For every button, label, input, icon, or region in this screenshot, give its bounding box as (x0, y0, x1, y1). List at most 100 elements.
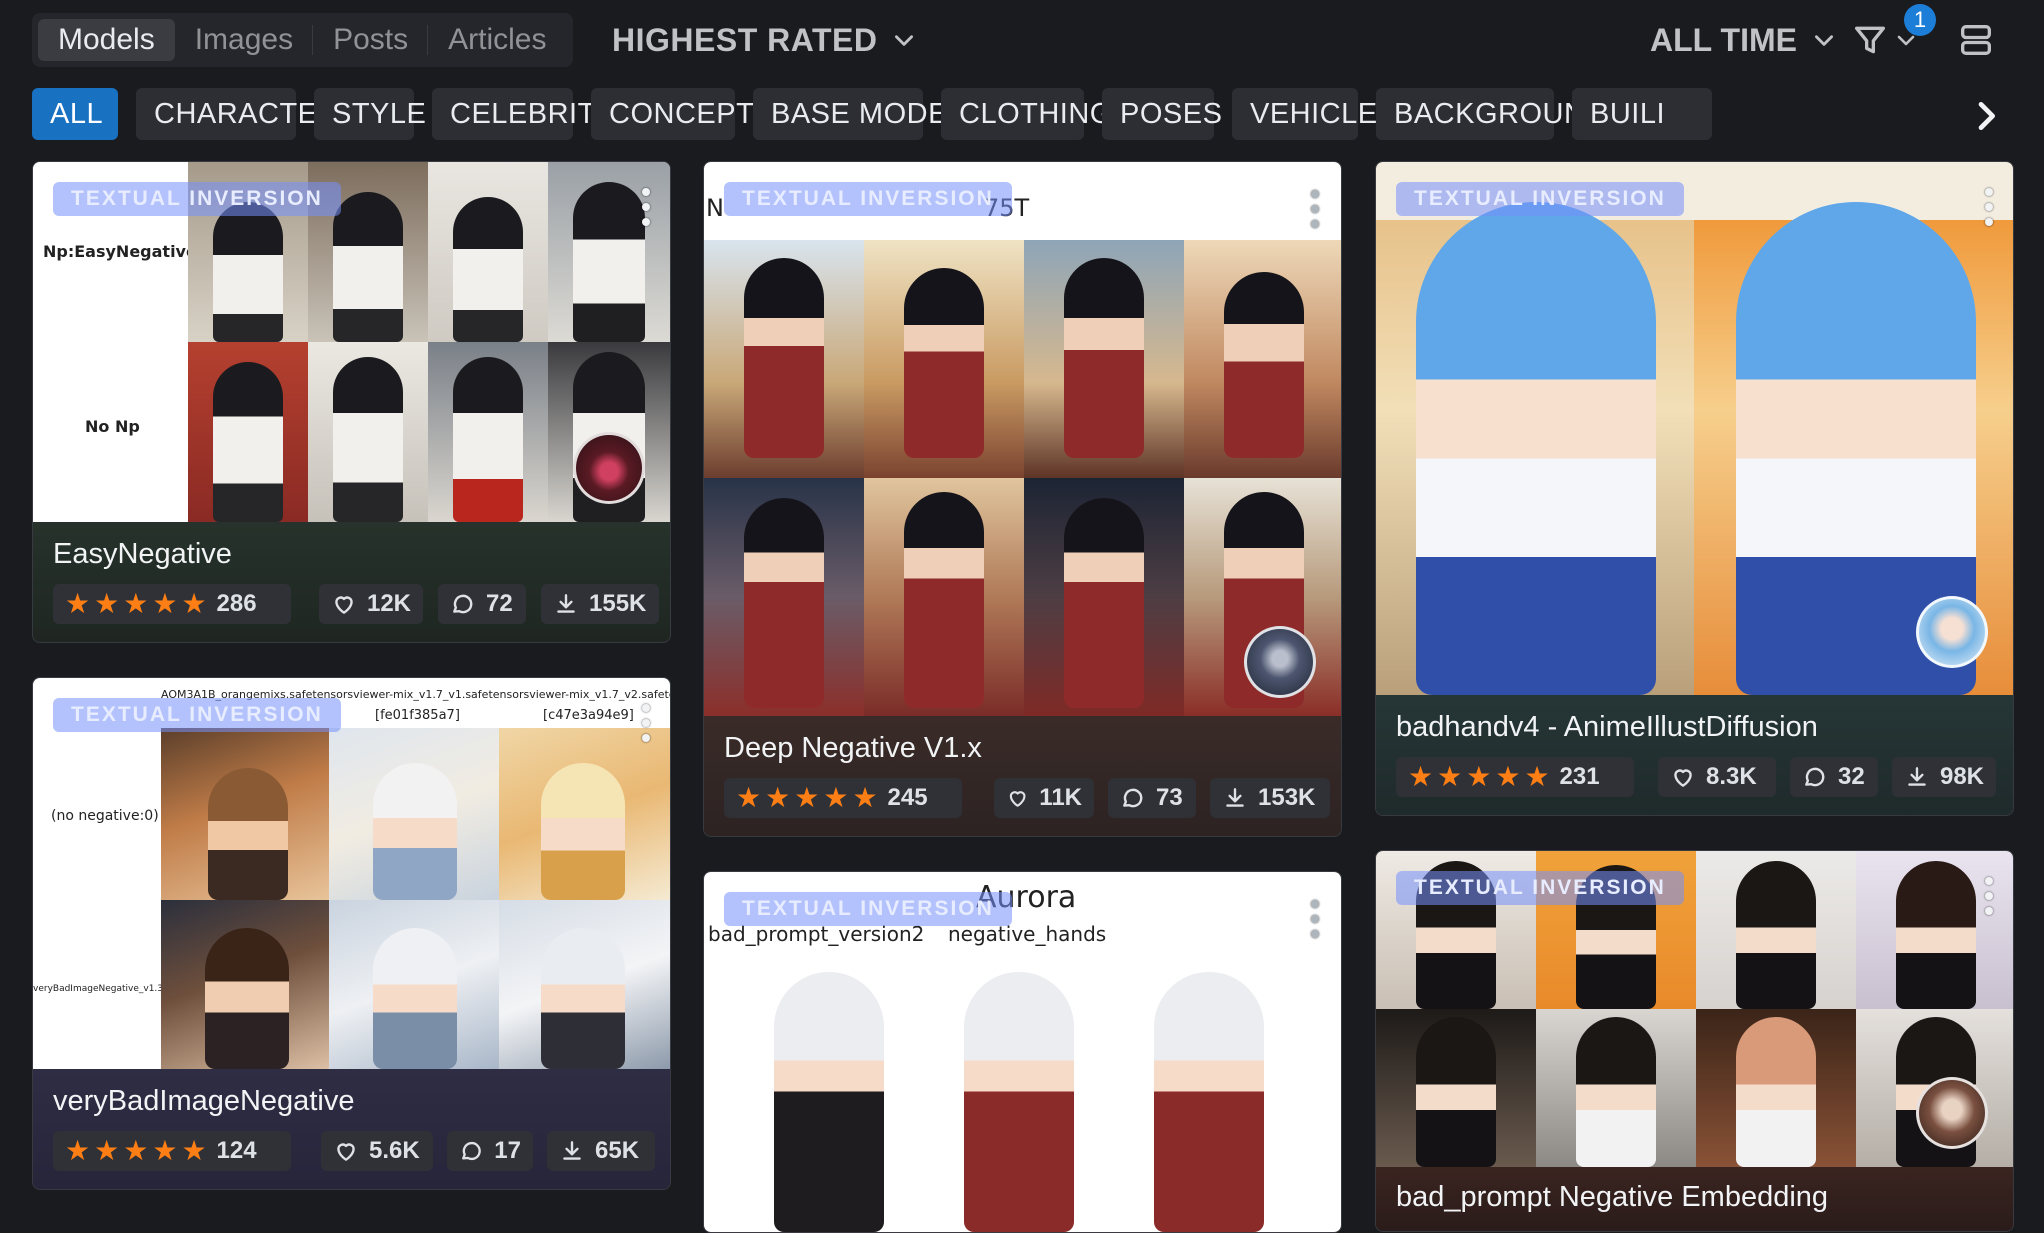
comments-stat: 72 (438, 584, 526, 624)
tab-posts[interactable]: Posts (312, 19, 428, 61)
heart-icon (335, 596, 353, 614)
likes-count: 8.3K (1706, 763, 1757, 790)
rating-stars: ★ ★ ★ ★ ★ (736, 782, 878, 813)
rating-stat: ★ ★ ★ ★ ★ 231 (1396, 757, 1634, 797)
card-menu-button[interactable] (1309, 900, 1321, 940)
chip-concept[interactable]: CONCEPT (591, 88, 754, 140)
image-caption: [c47e3a94e9] (543, 708, 634, 723)
image-caption: Np:EasyNegative (43, 242, 197, 261)
download-icon (563, 1141, 581, 1160)
image-caption: No Np (85, 417, 140, 436)
sort-dropdown[interactable]: HIGHEST RATED (612, 16, 917, 64)
rating-count: 245 (887, 784, 928, 811)
downloads-stat: 98K (1892, 757, 1996, 797)
likes-stat: 11K (994, 778, 1094, 818)
creator-avatar[interactable] (1916, 1077, 1988, 1149)
chip-background[interactable]: BACKGROUND (1376, 88, 1606, 140)
tab-models[interactable]: Models (38, 19, 175, 61)
model-card[interactable]: N 75T TEXTUAL INVERSION Deep Negative V1… (703, 161, 1342, 837)
chip-base-model[interactable]: BASE MODEL (753, 88, 964, 140)
period-dropdown[interactable]: ALL TIME (1650, 16, 1837, 64)
likes-count: 5.6K (369, 1137, 420, 1164)
layout-toggle-button[interactable] (1956, 20, 1996, 60)
model-card[interactable]: Aurora bad_prompt_version2 negative_hand… (703, 871, 1342, 1233)
rating-count: 231 (1559, 763, 1600, 790)
model-type-badge: TEXTUAL INVERSION (1396, 182, 1684, 216)
chip-character[interactable]: CHARACTER (136, 88, 338, 140)
comments-count: 17 (494, 1137, 521, 1164)
card-info: bad_prompt Negative Embedding (1376, 1167, 2013, 1231)
model-card[interactable]: TEXTUAL INVERSION bad_prompt Negative Em… (1375, 850, 2014, 1232)
card-menu-button[interactable] (1983, 188, 1995, 228)
likes-count: 12K (366, 590, 411, 617)
category-chips: ALL CHARACTER STYLE CELEBRITY CONCEPT BA… (32, 88, 2012, 140)
content-type-tabs: Models Images Posts Articles (32, 13, 573, 67)
downloads-count: 98K (1939, 763, 1984, 790)
model-title: veryBadImageNegative (53, 1085, 355, 1117)
likes-stat: 5.6K (321, 1131, 433, 1171)
model-title: Deep Negative V1.x (724, 732, 982, 764)
model-card[interactable]: Np:EasyNegative No Np TEXTUAL INVERSION … (32, 161, 671, 643)
chip-all[interactable]: ALL (32, 88, 118, 140)
rating-stat: ★ ★ ★ ★ ★ 286 (53, 584, 291, 624)
chevron-down-icon (895, 35, 914, 46)
model-thumbnail[interactable]: Aurora bad_prompt_version2 negative_hand… (704, 872, 1341, 1232)
download-icon (1226, 788, 1244, 807)
downloads-stat: 153K (1210, 778, 1330, 818)
heart-icon (1009, 791, 1026, 807)
card-info: badhandv4 - AnimeIllustDiffusion ★ ★ ★ ★ ★ 2… (1376, 695, 2013, 815)
model-thumbnail[interactable] (1376, 162, 2013, 695)
chip-style[interactable]: STYLE (314, 88, 426, 140)
model-type-badge: TEXTUAL INVERSION (53, 182, 341, 216)
heart-icon (1674, 769, 1692, 787)
period-label: ALL TIME (1650, 21, 1797, 58)
filter-icon (1855, 26, 1885, 54)
model-type-badge: TEXTUAL INVERSION (53, 698, 341, 732)
creator-avatar[interactable] (573, 432, 645, 504)
comment-icon (462, 1141, 481, 1161)
comment-icon (1805, 767, 1825, 787)
chevron-down-icon (1814, 35, 1833, 46)
chip-vehicle[interactable]: VEHICLE (1232, 88, 1377, 140)
model-type-badge: TEXTUAL INVERSION (724, 182, 1012, 216)
rating-stars: ★ ★ ★ ★ ★ (65, 588, 207, 619)
creator-avatar[interactable] (1244, 626, 1316, 698)
model-thumbnail[interactable]: N 75T (704, 162, 1341, 716)
model-title: badhandv4 - AnimeIllustDiffusion (1396, 711, 1818, 743)
model-title: EasyNegative (53, 538, 232, 570)
filter-count-badge: 1 (1904, 4, 1936, 36)
chip-clothing[interactable]: CLOTHING (941, 88, 1112, 140)
comments-count: 72 (486, 590, 513, 617)
image-caption: [fe01f385a7] (375, 708, 460, 723)
card-info: veryBadImageNegative ★ ★ ★ ★ ★ 124 5.6K 17 6… (33, 1069, 670, 1189)
model-type-badge: TEXTUAL INVERSION (1396, 871, 1684, 905)
image-caption: (no negative:0) (51, 808, 159, 824)
chip-poses[interactable]: POSES (1102, 88, 1222, 140)
model-card[interactable]: AOM3A1B_orangemixs.safetensorsviewer-mix… (32, 677, 671, 1190)
creator-avatar[interactable] (1916, 596, 1988, 668)
downloads-count: 153K (1258, 784, 1316, 811)
rating-stat: ★ ★ ★ ★ ★ 124 (53, 1131, 291, 1171)
comment-icon (453, 594, 473, 614)
chip-celebrity[interactable]: CELEBRITY (432, 88, 615, 140)
rating-count: 286 (216, 590, 257, 617)
comments-stat: 17 (447, 1131, 533, 1171)
tab-articles[interactable]: Articles (427, 19, 566, 61)
tab-images[interactable]: Images (175, 19, 313, 61)
model-card[interactable]: TEXTUAL INVERSION badhandv4 - AnimeIllus… (1375, 161, 2014, 816)
model-title: bad_prompt Negative Embedding (1396, 1181, 1829, 1213)
chevron-right-icon[interactable] (1966, 96, 2006, 136)
likes-stat: 8.3K (1658, 757, 1776, 797)
card-menu-button[interactable] (640, 704, 652, 744)
card-menu-button[interactable] (640, 188, 652, 228)
model-thumbnail[interactable]: AOM3A1B_orangemixs.safetensorsviewer-mix… (33, 678, 670, 1069)
comments-count: 32 (1838, 763, 1865, 790)
comment-icon (1123, 788, 1143, 808)
card-menu-button[interactable] (1309, 190, 1321, 230)
card-info: EasyNegative ★ ★ ★ ★ ★ 286 12K 72 155K (33, 522, 670, 642)
comments-stat: 32 (1790, 757, 1878, 797)
card-menu-button[interactable] (1983, 877, 1995, 917)
top-bar: Models Images Posts Articles HIGHEST RAT… (0, 0, 2044, 82)
chip-buildings[interactable]: BUILI (1572, 88, 1712, 140)
downloads-count: 65K (595, 1137, 640, 1164)
